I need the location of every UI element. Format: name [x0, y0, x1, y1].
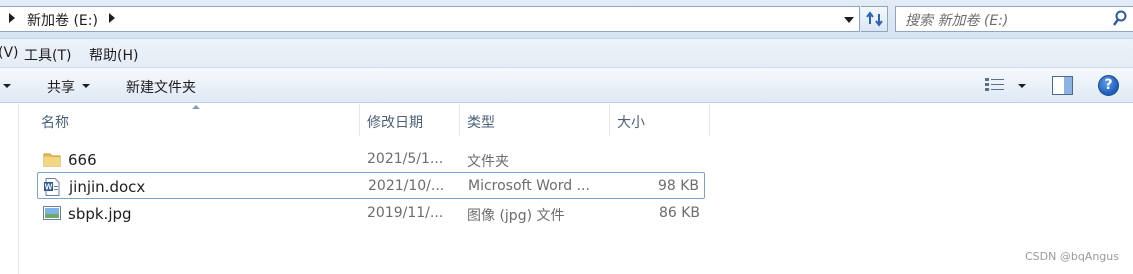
share-button[interactable]: 共享 [47, 77, 75, 97]
search-icon[interactable] [1112, 10, 1128, 28]
file-name: sbpk.jpg [68, 205, 132, 223]
new-folder-button[interactable]: 新建文件夹 [126, 77, 196, 97]
file-name: jinjin.docx [69, 178, 146, 196]
column-header-row: 名称 修改日期 类型 大小 [0, 104, 1133, 136]
search-placeholder: 搜索 新加卷 (E:) [905, 13, 1009, 29]
folder-icon [43, 153, 61, 167]
file-row-document[interactable]: W jinjin.docx 2021/10/... Microsoft Word… [37, 172, 705, 199]
file-modified: 2021/5/1... [367, 151, 444, 167]
address-bar-row: 新加卷 (E:) 搜索 新加卷 (E:) [0, 0, 1133, 38]
column-header-name[interactable]: 名称 [34, 104, 360, 136]
breadcrumb-drive[interactable]: 新加卷 (E:) [27, 10, 98, 30]
image-file-icon [43, 206, 61, 220]
file-modified: 2021/10/... [368, 178, 445, 194]
breadcrumb-separator-icon[interactable] [9, 13, 15, 23]
help-icon[interactable]: ? [1098, 75, 1119, 96]
view-options-dropdown-icon[interactable] [1018, 84, 1026, 88]
column-header-modified[interactable]: 修改日期 [360, 104, 460, 136]
file-row-image[interactable]: sbpk.jpg 2019/11/... 图像 (jpg) 文件 86 KB [37, 200, 705, 227]
breadcrumb-expand-icon[interactable] [109, 13, 115, 23]
file-size: 98 KB [657, 178, 699, 194]
column-header-size[interactable]: 大小 [610, 104, 710, 136]
search-input[interactable]: 搜索 新加卷 (E:) [895, 6, 1133, 32]
address-history-dropdown-icon[interactable] [844, 17, 854, 23]
file-size: 86 KB [658, 205, 700, 221]
file-modified: 2019/11/... [367, 205, 444, 221]
navigation-pane-divider[interactable] [18, 104, 19, 274]
menu-help[interactable]: 帮助(H) [89, 45, 138, 65]
word-document-icon: W [44, 178, 60, 196]
file-type: Microsoft Word ... [468, 178, 590, 194]
file-row-folder[interactable]: 666 2021/5/1... 文件夹 [37, 146, 705, 173]
file-name: 666 [68, 151, 97, 169]
refresh-icon [866, 11, 883, 27]
svg-text:W: W [45, 183, 53, 192]
menu-tools[interactable]: 工具(T) [24, 45, 71, 65]
file-type: 图像 (jpg) 文件 [467, 208, 565, 224]
menu-view[interactable]: (V) [0, 45, 19, 61]
file-type: 文件夹 [467, 154, 509, 170]
preview-pane-icon[interactable] [1052, 76, 1073, 95]
menu-bar: (V) 工具(T) 帮助(H) [0, 38, 1133, 67]
organize-dropdown-icon[interactable] [3, 84, 11, 88]
share-dropdown-icon[interactable] [82, 84, 90, 88]
refresh-button[interactable] [861, 6, 888, 32]
watermark: CSDN @bqAngus [1024, 250, 1119, 263]
address-bar[interactable]: 新加卷 (E:) [0, 6, 860, 32]
column-header-type[interactable]: 类型 [460, 104, 610, 136]
change-view-icon[interactable] [985, 78, 1005, 92]
command-toolbar: 共享 新建文件夹 ? [0, 67, 1133, 103]
